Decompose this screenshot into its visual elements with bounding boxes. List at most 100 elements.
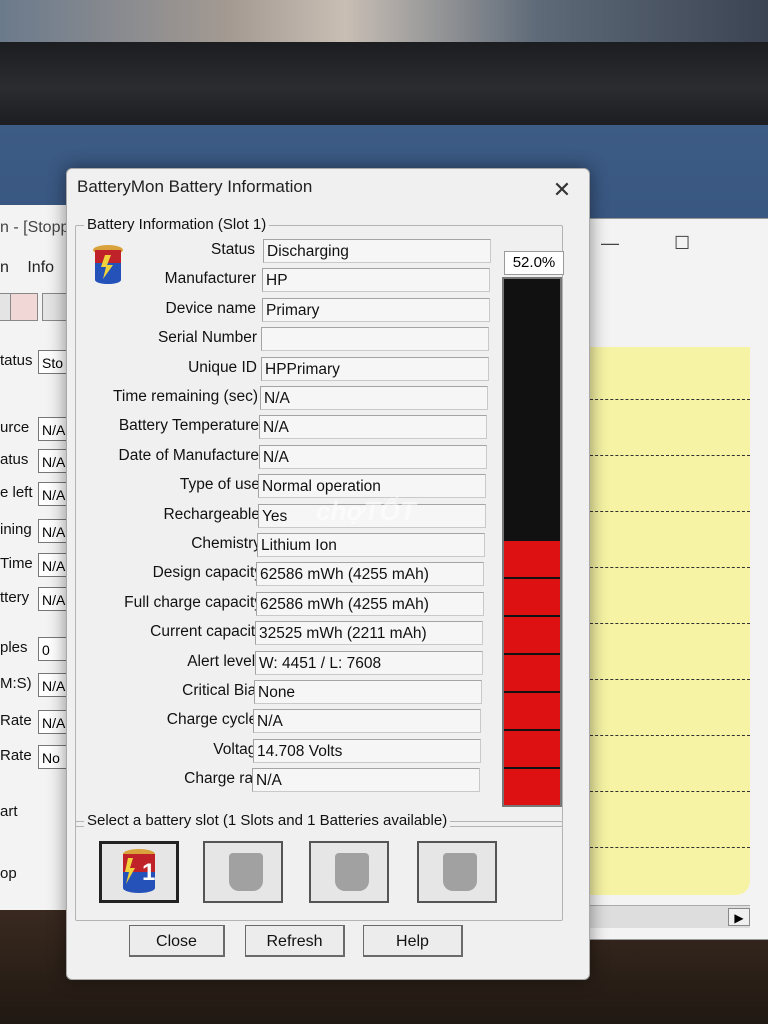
background-row-value: N/A xyxy=(38,482,68,506)
field-value: HP xyxy=(262,268,490,293)
background-window-title: n - [Stopp xyxy=(0,219,70,236)
scroll-right-icon[interactable]: ▶ xyxy=(728,908,750,926)
background-row-value: No xyxy=(38,745,68,769)
gauge-segment xyxy=(504,653,560,691)
field-value: N/A xyxy=(260,386,488,410)
field-label: Type of use xyxy=(179,476,260,494)
field-label: Battery Temperature xyxy=(118,417,259,435)
background-row-label: tatus xyxy=(0,352,33,369)
field-value: Discharging xyxy=(263,239,491,263)
battery-slot-3-button[interactable] xyxy=(309,841,389,903)
background-row-value: N/A xyxy=(38,673,68,697)
background-row-value: N/A xyxy=(38,553,68,577)
gauge-segment xyxy=(504,767,560,805)
field-value: N/A xyxy=(259,415,487,440)
dialog-title: BatteryMon Battery Information xyxy=(77,177,313,196)
menu-item[interactable]: n xyxy=(0,259,9,276)
charge-percentage: 52.0% xyxy=(504,251,564,275)
field-value: Lithium Ion xyxy=(257,533,485,557)
background-row-label: ttery xyxy=(0,589,30,606)
background-row-label: Time xyxy=(0,555,33,572)
background-label: op xyxy=(0,865,17,882)
empty-slot-icon xyxy=(229,853,263,891)
field-value: HPPrimary xyxy=(261,356,489,381)
chart-gridline xyxy=(585,623,750,624)
battery-slot-1-button[interactable]: 1 xyxy=(99,841,179,903)
gauge-segment xyxy=(504,729,560,767)
maximize-icon[interactable]: ☐ xyxy=(674,233,690,253)
field-label: Serial Number xyxy=(157,329,257,347)
background-row-value: 0 xyxy=(38,637,68,661)
field-label: Design capacity xyxy=(152,564,262,582)
slot-group-title: Select a battery slot (1 Slots and 1 Bat… xyxy=(84,812,451,829)
chart-gridline xyxy=(585,399,750,400)
background-row-label: Rate xyxy=(0,712,32,729)
field-value: 62586 mWh (4255 mAh) xyxy=(256,591,484,616)
field-value xyxy=(261,327,489,352)
chart-gridline xyxy=(585,791,750,792)
slot-number: 1 xyxy=(142,859,155,886)
battery-slot-1-icon: 1 xyxy=(123,849,155,893)
background-row-label: atus xyxy=(0,451,29,468)
group-title: Battery Information (Slot 1) xyxy=(84,216,270,233)
field-label: Date of Manufacture xyxy=(118,446,259,464)
empty-slot-icon xyxy=(335,853,369,891)
gauge-segment xyxy=(504,577,560,615)
field-label: Full charge capacity xyxy=(124,593,262,611)
field-value: 14.708 Volts xyxy=(253,738,481,763)
charge-level-gauge xyxy=(502,277,562,807)
field-label: Status xyxy=(211,241,255,258)
field-value: W: 4451 / L: 7608 xyxy=(255,650,483,675)
laptop-bezel xyxy=(0,42,768,132)
window-controls: — ☐ xyxy=(601,233,690,254)
background-row-value: N/A xyxy=(38,449,68,473)
gauge-segment xyxy=(504,539,560,577)
background-row-label: e left xyxy=(0,484,33,501)
background-row-label: urce xyxy=(0,419,30,436)
field-value: N/A xyxy=(259,444,487,469)
background-row-label: M:S) xyxy=(0,675,32,692)
battery-information-dialog: BatteryMon Battery Information ✕ Battery… xyxy=(66,168,590,980)
field-label: Critical Bias xyxy=(182,682,264,699)
background-row-value: N/A xyxy=(38,519,68,543)
gauge-segment xyxy=(504,615,560,653)
chart-gridline xyxy=(585,567,750,568)
battery-app-icon xyxy=(93,245,123,284)
empty-slot-icon xyxy=(443,853,477,891)
field-label: Unique ID xyxy=(188,358,257,376)
field-value: Normal operation xyxy=(258,474,486,499)
minimize-icon[interactable]: — xyxy=(601,233,619,253)
background-row-label: ples xyxy=(0,639,28,656)
field-value: 62586 mWh (4255 mAh) xyxy=(256,562,484,587)
refresh-button[interactable]: Refresh xyxy=(245,925,345,957)
field-label: Device name xyxy=(165,299,256,317)
toolbar-report-icon[interactable] xyxy=(10,293,38,321)
field-label: Charge cycles xyxy=(166,711,265,729)
field-label: Current capacity xyxy=(150,623,263,641)
field-label: Alert levels xyxy=(187,652,263,670)
field-label: Time remaining (sec) xyxy=(113,388,258,405)
menu-item-info[interactable]: Info xyxy=(27,259,54,276)
background-row-value: N/A xyxy=(38,587,68,611)
close-icon[interactable]: ✕ xyxy=(549,177,575,203)
help-button[interactable]: Help xyxy=(363,925,463,957)
background-menu: n Info xyxy=(0,259,68,277)
close-button[interactable]: Close xyxy=(129,925,225,957)
field-value: N/A xyxy=(252,768,480,793)
battery-slot-4-button[interactable] xyxy=(417,841,497,903)
background-row-label: Rate xyxy=(0,747,32,764)
background-row-value: N/A xyxy=(38,710,68,734)
field-value: N/A xyxy=(253,709,481,734)
field-label: Manufacturer xyxy=(164,270,256,288)
background-row-value: N/A xyxy=(38,417,68,441)
field-label: Chemistry xyxy=(191,535,261,552)
background-label: art xyxy=(0,803,18,820)
background-row-label: ining xyxy=(0,521,32,538)
background-row-value: Sto xyxy=(38,350,68,374)
battery-slot-2-button[interactable] xyxy=(203,841,283,903)
field-value: Primary xyxy=(262,297,490,322)
field-label: Rechargeable xyxy=(163,505,260,523)
field-value: None xyxy=(254,680,482,704)
chart-gridline xyxy=(585,679,750,680)
gauge-segment xyxy=(504,691,560,729)
